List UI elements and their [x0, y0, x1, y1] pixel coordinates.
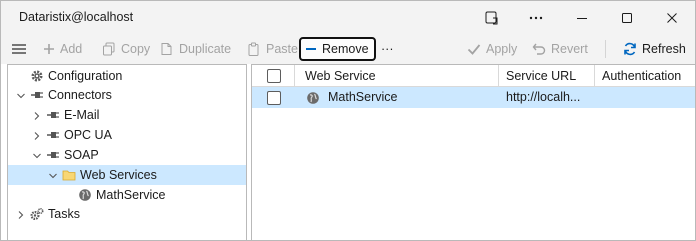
column-header-authentication[interactable]: Authentication [602, 65, 694, 87]
refresh-icon [623, 42, 637, 56]
apply-label: Apply [486, 42, 518, 56]
connector-icon [46, 128, 60, 142]
revert-label: Revert [551, 42, 588, 56]
minimize-button[interactable] [559, 1, 605, 34]
tree-item-label: Web Services [80, 168, 157, 182]
overflow-label: ··· [381, 42, 394, 56]
undo-icon [532, 42, 546, 56]
close-icon [666, 12, 678, 24]
cell-service-url: http://localh... [506, 90, 581, 104]
hamburger-icon [11, 42, 27, 56]
tree-item-web-services[interactable]: Web Services [8, 165, 246, 185]
tree-item-configuration[interactable]: Configuration [8, 66, 246, 86]
copy-label: Copy [121, 42, 151, 56]
overflow-button[interactable]: ··· [381, 38, 394, 60]
duplicate-button[interactable]: Duplicate [160, 38, 231, 60]
column-header-web-service[interactable]: Web Service [305, 65, 495, 87]
connector-icon [30, 88, 44, 102]
folder-icon [62, 168, 76, 182]
snap-icon [484, 10, 500, 26]
tree-item-mathservice[interactable]: MathService [8, 185, 246, 205]
apply-button[interactable]: Apply [467, 38, 517, 60]
tree-item-label: E-Mail [64, 108, 100, 122]
globe-icon [78, 188, 92, 202]
tree-item-email[interactable]: E-Mail [8, 105, 246, 125]
web-services-grid: Web Service Service URL Authentication M… [251, 64, 695, 240]
more-options-button[interactable] [513, 1, 559, 34]
minus-icon [305, 43, 317, 55]
tree-item-label: Tasks [48, 207, 80, 221]
snap-layout-button[interactable] [469, 1, 515, 34]
minimize-icon [576, 12, 588, 24]
checkmark-icon [467, 42, 481, 56]
add-button[interactable]: Add [43, 38, 82, 60]
column-separator [498, 65, 499, 87]
gear-icon [30, 69, 44, 83]
column-separator [294, 65, 295, 87]
grid-header: Web Service Service URL Authentication [252, 65, 695, 87]
chevron-down-icon[interactable] [32, 150, 42, 160]
title-bar: Dataristix@localhost [1, 1, 695, 34]
cell-authentication [602, 87, 694, 108]
revert-button[interactable]: Revert [532, 38, 588, 60]
row-checkbox[interactable] [267, 91, 281, 105]
column-header-service-url[interactable]: Service URL [506, 65, 590, 87]
plus-icon [43, 43, 55, 55]
duplicate-icon [160, 42, 174, 56]
chevron-right-icon[interactable] [16, 209, 26, 219]
tree-item-opc-ua[interactable]: OPC UA [8, 125, 246, 145]
select-all-checkbox[interactable] [267, 69, 281, 83]
refresh-button[interactable]: Refresh [623, 38, 686, 60]
column-separator [594, 65, 595, 87]
paste-icon [247, 42, 261, 56]
connector-icon [46, 148, 60, 162]
app-window: Dataristix@localhost Add Copy Duplicate … [0, 0, 696, 241]
tree-item-label: OPC UA [64, 128, 112, 142]
maximize-icon [621, 12, 633, 24]
toolbar-separator [605, 40, 606, 58]
navigation-tree: Configuration Connectors E-Mail OPC UA S… [7, 64, 247, 240]
tree-item-tasks[interactable]: Tasks [8, 204, 246, 224]
chevron-right-icon[interactable] [32, 110, 42, 120]
globe-icon [306, 91, 320, 105]
tree-item-soap[interactable]: SOAP [8, 145, 246, 165]
paste-button[interactable]: Paste [247, 38, 298, 60]
remove-label: Remove [322, 42, 369, 56]
connector-icon [46, 108, 60, 122]
copy-icon [102, 42, 116, 56]
add-label: Add [60, 42, 83, 56]
chevron-right-icon[interactable] [32, 130, 42, 140]
cell-web-service: MathService [328, 90, 398, 104]
chevron-down-icon[interactable] [16, 90, 26, 100]
paste-label: Paste [266, 42, 298, 56]
window-title: Dataristix@localhost [19, 10, 134, 24]
more-icon [528, 10, 544, 26]
gears-icon [30, 207, 44, 221]
tree-item-label: Configuration [48, 69, 123, 83]
chevron-down-icon[interactable] [48, 170, 58, 180]
tree-item-label: SOAP [64, 148, 99, 162]
tree-item-label: Connectors [48, 88, 112, 102]
remove-button[interactable]: Remove [299, 37, 376, 61]
toolbar: Add Copy Duplicate Paste Remove ··· Appl… [1, 34, 695, 64]
table-row[interactable]: MathService http://localh... [252, 87, 695, 108]
maximize-button[interactable] [604, 1, 650, 34]
tree-item-connectors[interactable]: Connectors [8, 85, 246, 105]
duplicate-label: Duplicate [179, 42, 232, 56]
copy-button[interactable]: Copy [102, 38, 150, 60]
tree-item-label: MathService [96, 188, 166, 202]
close-button[interactable] [649, 1, 695, 34]
menu-button[interactable] [11, 38, 27, 60]
refresh-label: Refresh [642, 42, 686, 56]
